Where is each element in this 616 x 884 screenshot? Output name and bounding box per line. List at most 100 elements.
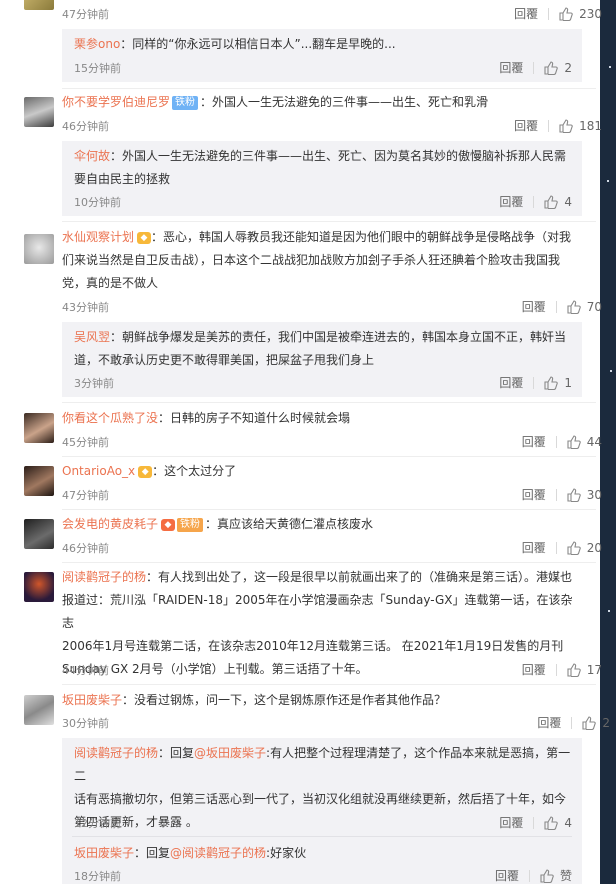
like-icon[interactable] — [567, 487, 581, 502]
avatar[interactable] — [24, 234, 54, 264]
like-count: 4 — [564, 815, 572, 830]
like-label: 赞 — [559, 869, 572, 883]
avatar[interactable] — [24, 97, 54, 127]
like-icon[interactable] — [559, 118, 573, 133]
username-link[interactable]: 会发电的黄皮耗子 — [62, 517, 158, 531]
avatar[interactable] — [24, 519, 54, 549]
divider — [555, 541, 557, 554]
divider — [528, 869, 530, 882]
reply-box: 栗参ono：同样的“你永远可以相信日本人”...翻车是早晚的... 15分钟前 … — [62, 29, 582, 82]
like-count: 20 — [586, 540, 602, 555]
avatar[interactable] — [24, 572, 54, 602]
username-link[interactable]: 水仙观察计划 — [62, 230, 134, 244]
comment-content: ：恶心，韩国人辱教员我还能知道是因为他们眼中的朝鲜战争是侵略战争（对我 — [151, 230, 572, 244]
avatar[interactable] — [24, 695, 54, 725]
reply-button[interactable]: 回覆 — [522, 661, 546, 678]
like-icon[interactable] — [544, 194, 559, 209]
divider — [548, 119, 550, 132]
comment-text: 水仙观察计划 ◆ ：恶心，韩国人辱教员我还能知道是因为他们眼中的朝鲜战争是侵略战争（… — [62, 226, 582, 295]
comment-actions: 回覆 30 — [522, 486, 602, 503]
reply-actions: 回覆 4 — [499, 193, 572, 210]
username-link[interactable]: 阅读鹳冠子的杨 — [62, 570, 146, 584]
like-icon[interactable] — [540, 868, 554, 883]
like-icon[interactable] — [559, 6, 573, 21]
reply-text: 栗参ono：同样的“你永远可以相信日本人”...翻车是早晚的... — [74, 33, 574, 56]
like-icon[interactable] — [544, 815, 559, 830]
edge-dot — [610, 370, 612, 372]
comment-text: 会发电的黄皮耗子 ◆ 铁粉 ：真应该给天黄德仁灌点核废水 — [62, 513, 582, 536]
username-link[interactable]: 坂田废柴子 — [74, 846, 134, 860]
divider — [548, 7, 550, 20]
reply-actions: 回覆 2 — [499, 59, 572, 76]
like-count: 30 — [586, 487, 602, 502]
reply-time: 18分钟前 — [74, 870, 121, 883]
comment-time: 45分钟前 — [62, 436, 109, 449]
reply-button[interactable]: 回覆 — [522, 298, 546, 315]
like-icon[interactable] — [567, 299, 581, 314]
divider — [555, 435, 557, 448]
divider — [72, 836, 572, 837]
like-icon[interactable] — [567, 434, 581, 449]
username-link[interactable]: 你不要学罗伯迪尼罗 — [62, 95, 170, 109]
reply-button[interactable]: 回覆 — [495, 867, 519, 884]
reply-button[interactable]: 回覆 — [522, 433, 546, 450]
comment-time: 30分钟前 — [62, 717, 109, 730]
reply-actions: 回覆 赞 — [495, 867, 572, 884]
like-icon[interactable] — [567, 662, 581, 677]
mention-link[interactable]: @坂田废柴子 — [194, 746, 266, 760]
reply-prefix: ：回复 — [158, 746, 195, 760]
like-count: 2 — [602, 715, 610, 730]
reply-text: 吴风翌：朝鲜战争爆发是美苏的责任，我们中国是被牵连进去的，韩国本身立国不正，韩奸… — [74, 326, 574, 372]
username-link[interactable]: 你看这个瓜熟了没 — [62, 411, 158, 425]
reply-content: ：外国人一生无法避免的三件事——出生、死亡、因为莫名其妙的傲慢脑补拆那人民需 — [110, 149, 567, 163]
avatar[interactable] — [24, 0, 54, 10]
reply-content: :好家伙 — [266, 846, 307, 860]
reply-button[interactable]: 回覆 — [499, 814, 523, 831]
reply-time: 15分钟前 — [74, 62, 121, 75]
username-link[interactable]: 阅读鹳冠子的杨 — [74, 746, 158, 760]
reply-button[interactable]: 回覆 — [522, 486, 546, 503]
divider — [555, 663, 557, 676]
like-count: 1 — [564, 375, 572, 390]
divider — [533, 195, 535, 208]
reply-content: ：朝鲜战争爆发是美苏的责任，我们中国是被牵连进去的，韩国本身立国不正，韩奸当 — [110, 330, 567, 344]
mention-link[interactable]: @阅读鹳冠子的杨 — [170, 846, 266, 860]
comment-content: 们来说当然是自卫反击战），日本这个二战战犯加战败方加刽子手杀人狂还腆着个脸攻击我… — [62, 253, 561, 267]
comment-time: 47分钟前 — [62, 8, 109, 21]
reply-button[interactable]: 回覆 — [499, 59, 523, 76]
username-link[interactable]: 坂田废柴子 — [62, 693, 122, 707]
reply-button[interactable]: 回覆 — [537, 714, 561, 731]
divider — [62, 509, 596, 510]
comment-content: 党，真的是不做人 — [62, 276, 159, 290]
username-link[interactable]: 吴风翌 — [74, 330, 110, 344]
divider — [555, 300, 557, 313]
comment-time: 43分钟前 — [62, 301, 109, 314]
comment-actions: 回覆 70 — [522, 298, 602, 315]
comment-content: ：真应该给天黄德仁灌点核废水 — [205, 517, 374, 531]
like-icon[interactable] — [567, 540, 581, 555]
reply-content: 话有恶搞撤切尔，但第三话恶心到一代了，当初汉化组就没再继续更新，然后捂了十年，如… — [74, 792, 567, 806]
reply-content: 道，不敢承认历史更不敢得罪美国，把屎盆子甩我们身上 — [74, 353, 375, 367]
reply-button[interactable]: 回覆 — [522, 539, 546, 556]
comment-time: 46分钟前 — [62, 120, 109, 133]
reply-button[interactable]: 回覆 — [514, 5, 538, 22]
vip-icon: ◆ — [137, 232, 152, 244]
comment-actions: 回覆 20 — [522, 539, 602, 556]
reply-time: 10分钟前 — [74, 196, 121, 209]
username-link[interactable]: OntarioAo_x — [62, 464, 135, 478]
like-count: 230 — [579, 6, 602, 21]
username-link[interactable]: 栗参ono — [74, 37, 120, 51]
reply-button[interactable]: 回覆 — [499, 374, 523, 391]
reply-button[interactable]: 回覆 — [499, 193, 523, 210]
avatar[interactable] — [24, 413, 54, 443]
like-icon[interactable] — [544, 375, 559, 390]
reply-time: 12分钟前 — [74, 817, 121, 830]
reply-button[interactable]: 回覆 — [514, 117, 538, 134]
username-link[interactable]: 伞何故 — [74, 149, 110, 163]
comment-actions: 回覆 230 — [514, 5, 602, 22]
like-icon[interactable] — [544, 60, 559, 75]
like-count: 4 — [564, 194, 572, 209]
reply-content: ：同样的“你永远可以相信日本人”...翻车是早晚的... — [120, 37, 396, 51]
avatar[interactable] — [24, 466, 54, 496]
like-icon[interactable] — [582, 715, 597, 730]
